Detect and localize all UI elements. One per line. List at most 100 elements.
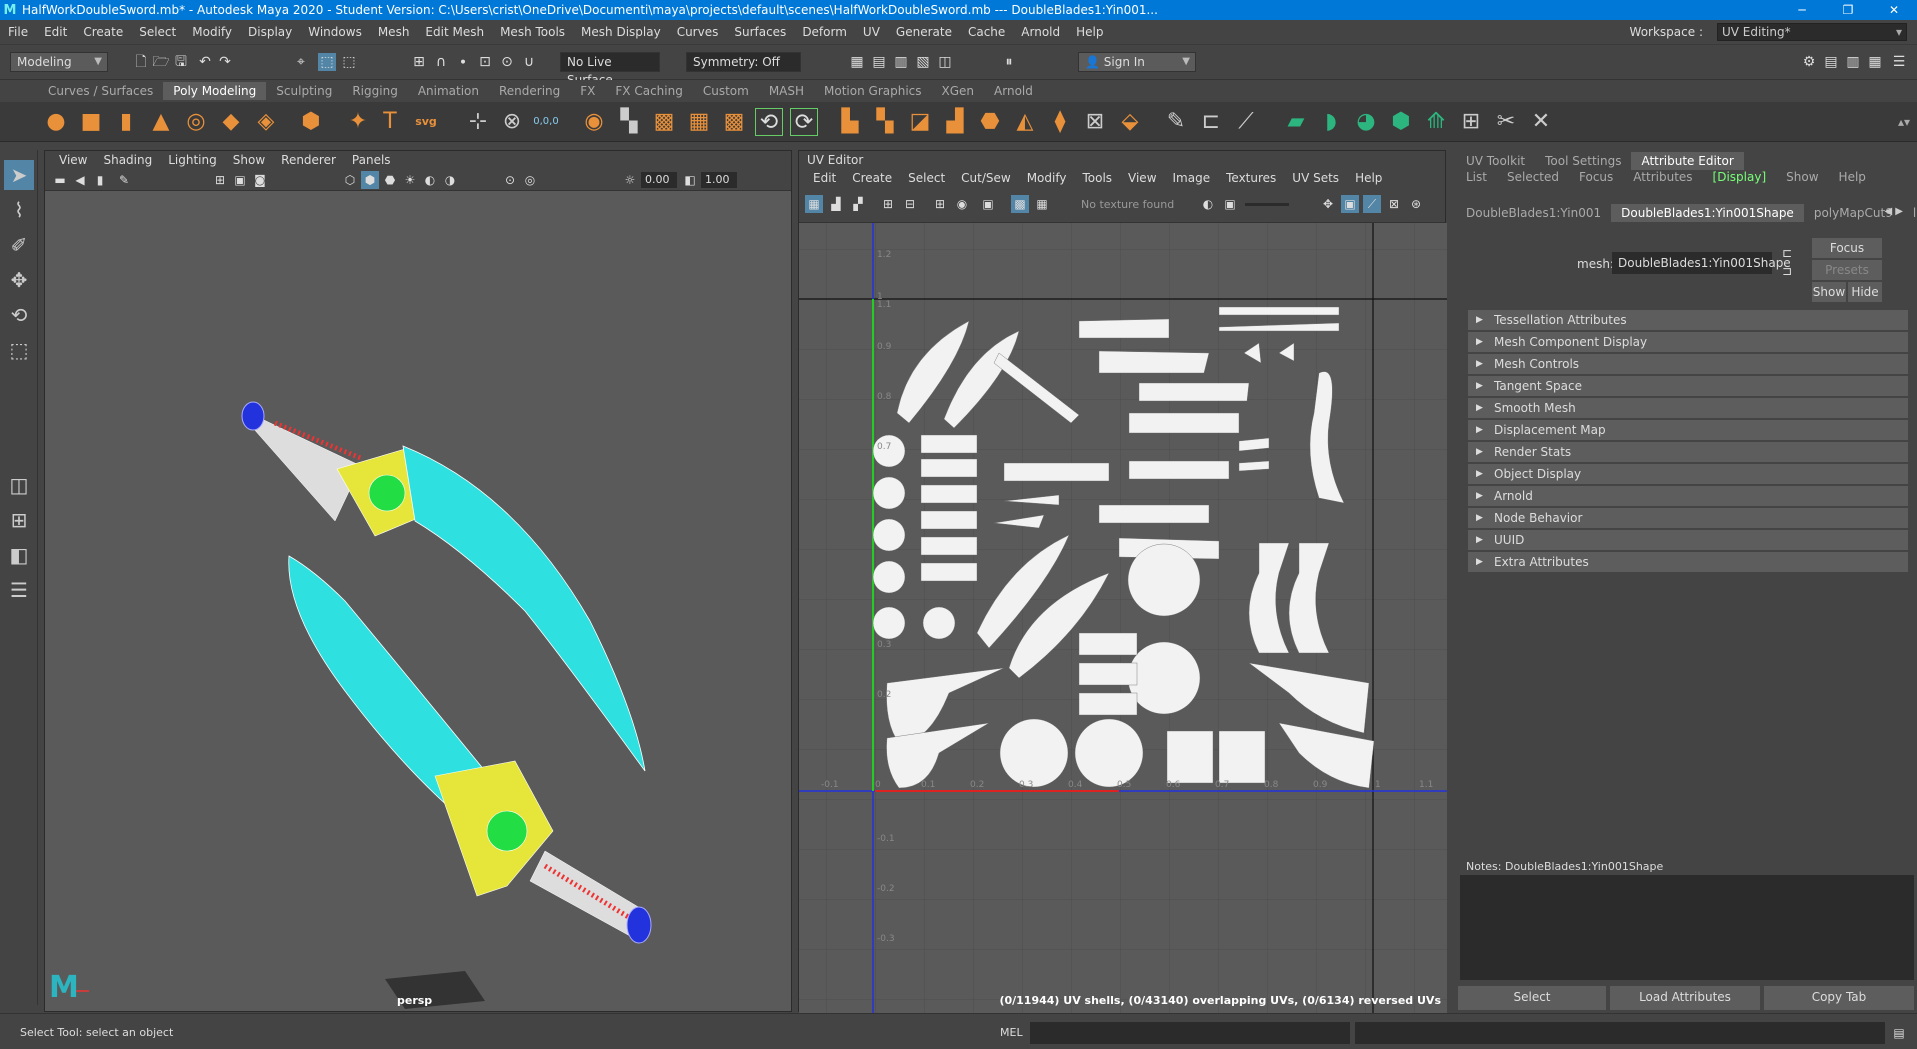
menu-edit[interactable]: Edit	[36, 25, 75, 39]
unfold-uv-icon[interactable]: ⟰	[1422, 108, 1450, 136]
notes-textarea[interactable]	[1460, 875, 1914, 980]
target-weld-icon[interactable]: ⊏	[1197, 108, 1225, 136]
new-scene-icon[interactable]: 🗋	[132, 53, 150, 71]
scale-tool-icon[interactable]: ⬚	[4, 335, 34, 365]
uv-image-icon[interactable]: ▣	[979, 195, 997, 213]
menu-windows[interactable]: Windows	[300, 25, 370, 39]
uv-psd-icon[interactable]: ⊛	[1407, 195, 1425, 213]
uv-dim-icon[interactable]: ◉	[953, 195, 971, 213]
mesh-goto-output-icon[interactable]: ⊐	[1778, 262, 1796, 280]
reduce-icon[interactable]: ⟳	[790, 108, 818, 136]
shelf-tab-sculpting[interactable]: Sculpting	[266, 82, 342, 100]
select-tool-icon[interactable]: ➤	[4, 160, 34, 190]
merge-icon[interactable]: ⬙	[1116, 108, 1144, 136]
shelf-tab-rigging[interactable]: Rigging	[342, 82, 407, 100]
shelf-tab-poly-modeling[interactable]: Poly Modeling	[163, 82, 267, 100]
select-component-icon[interactable]: ⬚	[340, 53, 358, 71]
menu-file[interactable]: File	[0, 25, 36, 39]
xray-icon[interactable]: ◎	[521, 171, 539, 189]
menu-mesh[interactable]: Mesh	[370, 25, 418, 39]
uv-menu-help[interactable]: Help	[1347, 171, 1390, 185]
platonic-solid-icon[interactable]: ⬢	[297, 108, 325, 136]
uv-menu-edit[interactable]: Edit	[805, 171, 844, 185]
poly-cube-icon[interactable]: ■	[77, 108, 105, 136]
uv-close-icon[interactable]: ⊠	[1385, 195, 1403, 213]
snap-magnet-icon[interactable]: ∪	[520, 53, 538, 71]
fill-hole-icon[interactable]: ⬣	[976, 108, 1004, 136]
uv-menu-uv-sets[interactable]: UV Sets	[1284, 171, 1347, 185]
modeling-toolkit-icon[interactable]: ⚙	[1800, 53, 1818, 71]
snap-grid-icon[interactable]: ⊞	[410, 53, 428, 71]
menu-display[interactable]: Display	[240, 25, 300, 39]
bookmark-icon[interactable]: ▮	[91, 171, 109, 189]
layout-uv-icon[interactable]: ⊞	[1457, 108, 1485, 136]
channel-box-icon[interactable]: ▤	[1822, 53, 1840, 71]
gamma-icon[interactable]: ◧	[681, 171, 699, 189]
pause-icon[interactable]: ⏸	[1000, 53, 1018, 71]
symmetry-dropdown[interactable]: Symmetry: Off	[686, 52, 801, 72]
tool-settings-icon[interactable]: ▦	[1866, 53, 1884, 71]
ae-menu-focus[interactable]: Focus	[1569, 168, 1623, 186]
separate-icon[interactable]: ▚	[615, 108, 643, 136]
connect-icon[interactable]: ⟋	[1232, 108, 1260, 136]
uv-menu-textures[interactable]: Textures	[1218, 171, 1284, 185]
uv-wire-icon[interactable]: ⟋	[1363, 195, 1381, 213]
outliner-icon[interactable]: ☰	[1890, 53, 1908, 71]
uv-menu-modify[interactable]: Modify	[1019, 171, 1075, 185]
isolate-icon[interactable]: ⊙	[501, 171, 519, 189]
node-tab-shape[interactable]: DoubleBlades1:Yin001Shape	[1611, 204, 1804, 222]
mesh-goto-input-icon[interactable]: ⊏	[1778, 244, 1796, 262]
uv-grid[interactable]: 1.2 1.1 1 0.9 0.8 0.7 0.3 0.2 -0.1 -0.2 …	[799, 223, 1447, 1013]
section-node-behavior[interactable]: Node Behavior	[1468, 508, 1908, 528]
textured-icon[interactable]: ⬣	[381, 171, 399, 189]
render-view-icon[interactable]: ▤	[870, 53, 888, 71]
ipr-icon[interactable]: ▥	[892, 53, 910, 71]
cylindrical-uv-icon[interactable]: ◗	[1317, 108, 1345, 136]
extrude-icon[interactable]: ▙	[836, 108, 864, 136]
minimize-icon[interactable]: ─	[1779, 0, 1825, 20]
menu-mesh-display[interactable]: Mesh Display	[573, 25, 669, 39]
menu-curves[interactable]: Curves	[669, 25, 727, 39]
render-settings-icon[interactable]: ▧	[914, 53, 932, 71]
viewport-scene[interactable]	[45, 191, 791, 1011]
uv-menu-image[interactable]: Image	[1165, 171, 1219, 185]
section-smooth-mesh[interactable]: Smooth Mesh	[1468, 398, 1908, 418]
menu-create[interactable]: Create	[75, 25, 131, 39]
mel-label[interactable]: MEL	[1000, 1026, 1023, 1039]
uv-display-icon[interactable]: ▣	[1341, 195, 1359, 213]
resolution-gate-icon[interactable]: ◙	[251, 171, 269, 189]
shelf-tab-xgen[interactable]: XGen	[932, 82, 985, 100]
freeze-transform-icon[interactable]: 0,0,0	[532, 108, 560, 136]
maximize-icon[interactable]: ❐	[1825, 0, 1871, 20]
poly-plane-icon[interactable]: ◆	[217, 108, 245, 136]
shelf-tab-custom[interactable]: Custom	[693, 82, 759, 100]
undo-icon[interactable]: ↶	[196, 53, 214, 71]
uv-toggle-icon[interactable]: ✥	[1319, 195, 1337, 213]
section-mesh-controls[interactable]: Mesh Controls	[1468, 354, 1908, 374]
lasso-tool-icon[interactable]: ⌇	[4, 195, 34, 225]
section-arnold[interactable]: Arnold	[1468, 486, 1908, 506]
presets-button[interactable]: Presets	[1812, 260, 1882, 280]
viewport-menu-view[interactable]: View	[51, 153, 95, 167]
node-tab-transform[interactable]: DoubleBlades1:Yin001	[1456, 204, 1611, 222]
poly-disc-icon[interactable]: ◈	[252, 108, 280, 136]
attribute-editor-icon[interactable]: ▥	[1844, 53, 1862, 71]
uv-border-icon[interactable]: ▞	[849, 195, 867, 213]
menu-help[interactable]: Help	[1068, 25, 1111, 39]
shelf-tab-animation[interactable]: Animation	[408, 82, 489, 100]
super-shape-icon[interactable]: ✦	[344, 108, 372, 136]
snap-curve-icon[interactable]: ∩	[432, 53, 450, 71]
uv-grid-icon[interactable]: ⊞	[879, 195, 897, 213]
shelf-scroll-icon[interactable]: ▴▾	[1890, 108, 1917, 136]
menu-cache[interactable]: Cache	[960, 25, 1013, 39]
bevel-icon[interactable]: ◪	[906, 108, 934, 136]
section-mesh-component-display[interactable]: Mesh Component Display	[1468, 332, 1908, 352]
shelf-tab-mash[interactable]: MASH	[759, 82, 814, 100]
combine-icon[interactable]: ◉	[580, 108, 608, 136]
grid-icon[interactable]: ⊞	[211, 171, 229, 189]
section-tessellation[interactable]: Tessellation Attributes	[1468, 310, 1908, 330]
move-tool-icon[interactable]: ✥	[4, 265, 34, 295]
cut-uv-icon[interactable]: ✂	[1492, 108, 1520, 136]
ae-menu-show[interactable]: Show	[1776, 168, 1828, 186]
uv-canvas[interactable]: 1.2 1.1 1 0.9 0.8 0.7 0.3 0.2 -0.1 -0.2 …	[799, 223, 1447, 1013]
